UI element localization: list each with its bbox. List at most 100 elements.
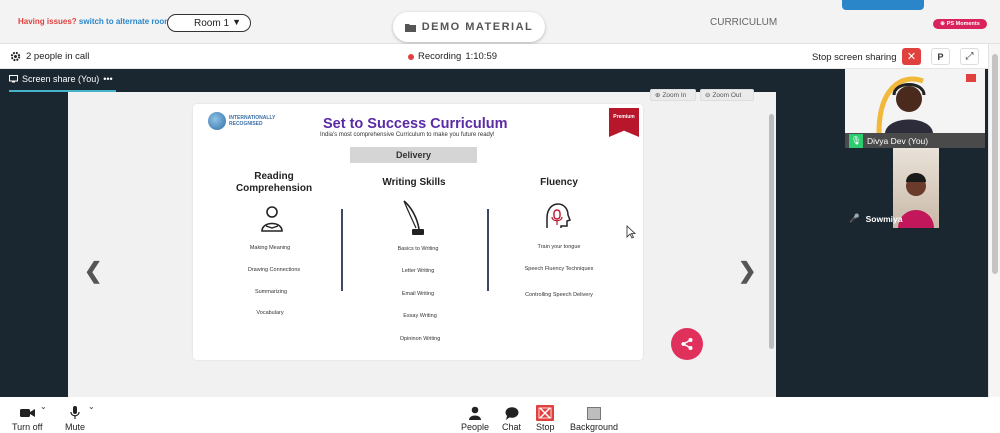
p-button[interactable]: P (931, 48, 950, 65)
chat-button[interactable]: Chat (502, 404, 521, 432)
previous-slide-arrow-icon[interactable]: ❮ (84, 258, 102, 284)
mute-button[interactable]: Mute (65, 404, 85, 432)
participant-name: Sowmiya (865, 213, 903, 224)
gear-icon[interactable] (10, 51, 21, 62)
issues-notice: Having issues? switch to alternate room (18, 17, 171, 26)
issues-text: Having issues? (18, 17, 77, 26)
screen-share-tab[interactable]: Screen share (You) ••• (9, 74, 116, 92)
background-button[interactable]: Background (570, 404, 618, 432)
camera-icon (19, 404, 35, 422)
stop-label: Stop (536, 422, 555, 432)
list-item: Train your tongue (537, 244, 581, 250)
page-scrollbar[interactable] (988, 44, 1000, 397)
delivery-header: Delivery (350, 147, 477, 163)
column-heading-fluency: Fluency (540, 177, 578, 188)
room-selector[interactable]: Room 1 ▼ (167, 14, 251, 32)
recording-indicator: Recording 1:10:59 (408, 51, 497, 62)
mute-label: Mute (65, 422, 86, 432)
zoom-out-label: Zoom Out (712, 91, 742, 99)
participant-name: Divya Dev (You) (867, 135, 929, 146)
intl-line2: RECOGNISED (229, 121, 263, 127)
screen-share-tab-label: Screen share (You) (22, 74, 100, 84)
demo-material-label: DEMO MATERIAL (421, 21, 534, 33)
zoom-out-button[interactable]: ⊖ Zoom Out (700, 89, 754, 101)
list-item: Summarizing (254, 289, 288, 295)
background-label: Background (570, 422, 619, 432)
list-item: Letter Writing (401, 268, 435, 274)
close-icon: ✕ (906, 51, 917, 63)
mic-on-icon: 🎙 (849, 133, 863, 148)
recording-label: Recording (418, 51, 462, 62)
slide-subtitle: India's most comprehensive Curriculum to… (320, 132, 495, 138)
chevron-down-icon[interactable]: ⌄ (88, 402, 95, 411)
turn-off-camera-button[interactable]: Turn off (12, 404, 43, 432)
speaking-head-icon (546, 203, 571, 228)
column-heading-reading: Reading Comprehension (235, 171, 313, 194)
chevron-down-icon[interactable]: ⌄ (40, 402, 47, 411)
list-item: Email Writing (401, 291, 435, 297)
stop-share-button[interactable]: Stop (536, 404, 555, 432)
caret-down-icon: ▼ (232, 17, 241, 27)
stop-screen-sharing-label[interactable]: Stop screen sharing (812, 52, 897, 63)
record-dot-icon (408, 53, 414, 60)
quill-icon (403, 200, 424, 235)
bottom-control-bar (0, 397, 1000, 433)
scrollbar-thumb[interactable] (769, 114, 774, 349)
ps-moments-badge[interactable]: ⊕ PS Moments (933, 19, 987, 29)
column-heading-writing: Writing Skills (382, 177, 446, 188)
zoom-in-icon: ⊕ (655, 92, 661, 99)
zoom-in-label: Zoom In (662, 91, 687, 99)
shared-screen-scrollbar[interactable] (767, 92, 776, 397)
zoom-in-button[interactable]: ⊕ Zoom In (650, 89, 696, 101)
switch-room-link[interactable]: switch to alternate room (79, 17, 171, 26)
reader-icon (261, 206, 283, 232)
share-icon (681, 338, 693, 350)
call-header: 2 people in call Recording 1:10:59 Stop … (0, 44, 988, 69)
stop-sharing-close-button[interactable]: ✕ (902, 48, 921, 65)
column-divider (487, 209, 489, 291)
list-item: Essay Writing (403, 313, 437, 319)
list-item: Controlling Speech Delivery (525, 292, 593, 298)
people-count: 2 people in call (10, 51, 89, 62)
people-label: People (461, 422, 490, 432)
more-options-icon[interactable]: ••• (103, 74, 112, 84)
folder-icon (404, 23, 416, 32)
screen-share-icon (9, 75, 18, 83)
slide-title: Set to Success Curriculum (323, 116, 508, 132)
curriculum-tab[interactable]: CURRICULUM (710, 17, 777, 28)
stop-share-icon (536, 404, 555, 422)
share-fab-button[interactable] (671, 328, 703, 360)
zoom-out-icon: ⊖ (705, 92, 711, 99)
chat-label: Chat (502, 422, 522, 432)
participant-video (845, 69, 985, 133)
moments-icon: ⊕ (940, 21, 945, 27)
demo-material-button[interactable]: DEMO MATERIAL (393, 12, 545, 42)
expand-button[interactable]: ⤢ (960, 48, 979, 65)
list-item: Speech Fluency Techniques (524, 266, 594, 272)
participant-tile-sowmiya[interactable]: 🎤 Sowmiya (845, 148, 985, 228)
chat-icon (505, 404, 519, 422)
people-count-text: 2 people in call (26, 51, 90, 62)
people-icon (469, 404, 482, 422)
expand-icon: ⤢ (965, 51, 974, 62)
list-item: Basics to Writing (397, 246, 439, 252)
mouse-cursor-icon (626, 225, 636, 239)
list-item: Drawing Connections (247, 267, 301, 273)
mic-icon: 🎤 (849, 213, 860, 223)
list-item: Opininon Writing (399, 336, 441, 342)
room-label: Room 1 (194, 17, 230, 29)
background-icon (587, 404, 602, 422)
participant-label: 🎤 Sowmiya (849, 213, 902, 224)
scrollbar-thumb[interactable] (992, 54, 998, 274)
microphone-icon (70, 404, 80, 422)
column-divider (341, 209, 343, 291)
participant-label: 🎙 Divya Dev (You) (845, 133, 985, 148)
top-blue-tab (842, 0, 924, 10)
people-button[interactable]: People (461, 404, 489, 432)
list-item: Making Meaning (249, 245, 291, 251)
participant-tile-self[interactable]: 🎙 Divya Dev (You) (845, 69, 985, 148)
list-item: Vocabulary (256, 310, 284, 316)
international-badge: INTERNATIONALLY RECOGNISED (229, 115, 275, 127)
next-slide-arrow-icon[interactable]: ❯ (738, 258, 756, 284)
turn-off-label: Turn off (12, 422, 43, 432)
